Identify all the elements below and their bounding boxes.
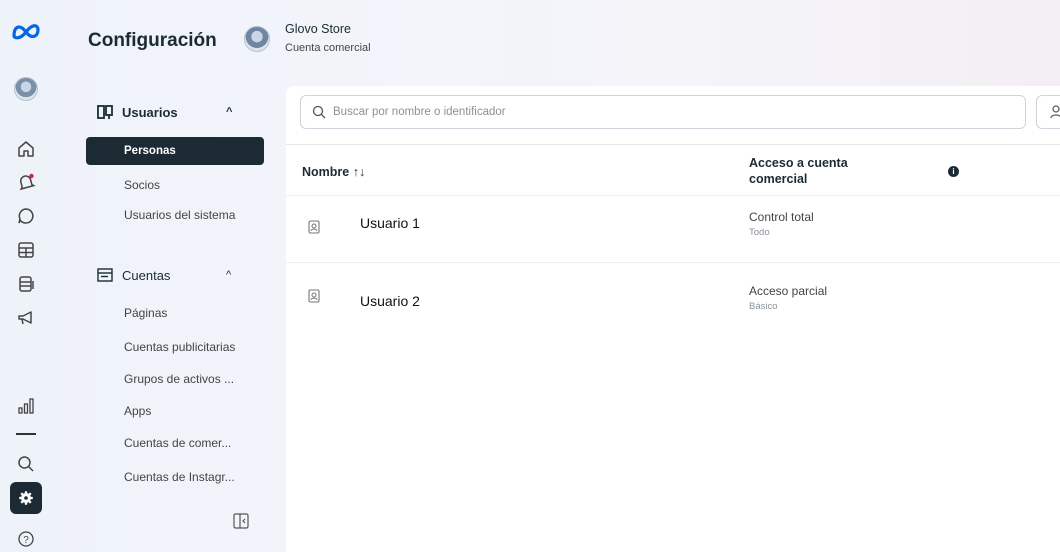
grid-icon[interactable] [14, 238, 38, 262]
settings-icon[interactable] [10, 482, 42, 514]
help-icon[interactable]: ? [14, 527, 38, 551]
user-name[interactable]: Usuario 2 [360, 293, 420, 309]
ads-megaphone-icon[interactable] [14, 306, 38, 330]
insights-icon[interactable] [14, 394, 38, 418]
search-icon[interactable] [14, 452, 38, 476]
accounts-icon [96, 266, 114, 284]
sidebar-item-socios[interactable]: Socios [86, 171, 264, 199]
sidebar-item-cuentas-publicitarias[interactable]: Cuentas publicitarias [86, 333, 264, 361]
access-level: Todo [749, 227, 770, 238]
chevron-up-icon: ^ [226, 269, 232, 281]
search-box[interactable] [300, 95, 1026, 129]
column-header-access: Acceso a cuenta comercial [749, 156, 848, 186]
users-section-header[interactable]: Usuarios ^ [96, 100, 232, 124]
messages-icon[interactable] [14, 204, 38, 228]
table-row[interactable]: Usuario 1 Control total Todo [286, 197, 1060, 263]
business-name[interactable]: Glovo Store [285, 22, 351, 36]
chevron-up-icon: ^ [226, 106, 233, 118]
menu-divider [16, 433, 36, 435]
sidebar-item-apps[interactable]: Apps [86, 397, 264, 425]
collapse-sidebar-icon[interactable] [232, 512, 250, 530]
info-icon[interactable]: i [948, 166, 959, 177]
business-avatar[interactable] [244, 26, 270, 52]
user-avatar-icon [308, 289, 320, 303]
add-person-icon [1050, 105, 1060, 119]
users-icon [96, 103, 114, 121]
access-type: Acceso parcial [749, 284, 828, 298]
users-section-label: Usuarios [122, 104, 178, 120]
user-avatar-icon [308, 220, 320, 234]
icon-rail: ? [0, 0, 52, 552]
user-name[interactable]: Usuario 1 [360, 215, 420, 231]
accounts-section-header[interactable]: Cuentas ^ [96, 263, 231, 287]
sidebar-item-cuentas-comercio[interactable]: Cuentas de comer... [86, 429, 264, 457]
sidebar-item-cuentas-instagram[interactable]: Cuentas de Instagr... [86, 463, 264, 491]
column-header-name[interactable]: Nombre ↑↓ [302, 165, 365, 179]
access-level: Básico [749, 301, 778, 312]
catalog-icon[interactable] [14, 272, 38, 296]
add-person-button[interactable] [1036, 95, 1060, 129]
sidebar-item-grupos-activos[interactable]: Grupos de activos ... [86, 365, 264, 393]
home-icon[interactable] [14, 137, 38, 161]
notifications-icon[interactable] [14, 170, 38, 194]
svg-text:?: ? [23, 535, 29, 546]
table-header: Nombre ↑↓ Acceso a cuenta comercial i [286, 144, 1060, 196]
access-type: Control total [749, 210, 814, 224]
table-row[interactable]: Usuario 2 Acceso parcial Básico [286, 264, 1060, 330]
page-title: Configuración [88, 30, 217, 51]
sidebar-item-usuarios-sistema[interactable]: Usuarios del sistema [86, 201, 264, 229]
meta-logo-icon[interactable] [11, 22, 41, 40]
main-panel: Nombre ↑↓ Acceso a cuenta comercial i Us… [286, 86, 1060, 552]
accounts-section-label: Cuentas [122, 267, 171, 283]
store-avatar[interactable] [14, 77, 38, 101]
search-input[interactable] [333, 106, 933, 118]
sidebar-item-paginas[interactable]: Páginas [86, 299, 264, 327]
search-icon [312, 105, 326, 119]
business-type: Cuenta comercial [285, 42, 371, 54]
sidebar-item-personas[interactable]: Personas [86, 137, 264, 165]
